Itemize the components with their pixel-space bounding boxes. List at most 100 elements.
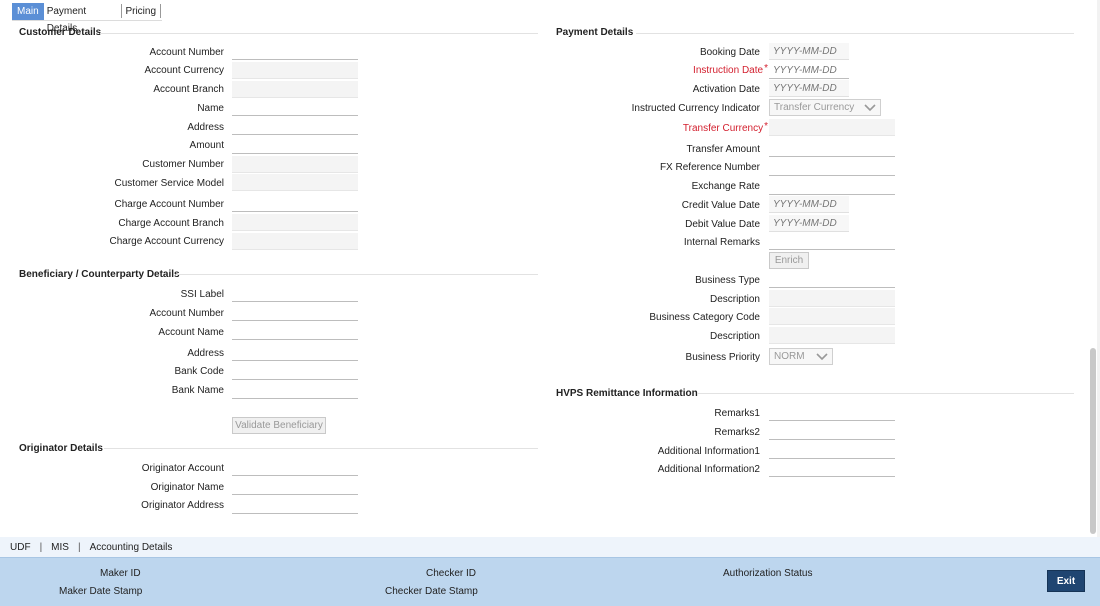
bank-code-input[interactable]	[232, 363, 358, 380]
business-priority-select[interactable]: NORM	[769, 348, 833, 365]
sub-navigation: UDF | MIS | Accounting Details	[0, 537, 1100, 557]
subnav-separator: |	[77, 541, 81, 553]
instructed-currency-indicator-select[interactable]: Transfer Currency	[769, 99, 881, 116]
business-category-code-field	[769, 308, 895, 325]
tab-main[interactable]: Main	[12, 2, 44, 20]
beneficiary-details-title: Beneficiary / Counterparty Details	[19, 269, 180, 280]
beneficiary-address-input[interactable]	[232, 344, 358, 361]
section-divider	[104, 448, 538, 449]
business-type-input[interactable]	[769, 271, 895, 288]
subnav-udf[interactable]: UDF	[10, 542, 31, 553]
transfer-currency-field	[769, 119, 895, 136]
internal-remarks-label: Internal Remarks	[683, 237, 760, 248]
originator-name-label: Originator Name	[150, 482, 224, 493]
chevron-down-icon	[816, 352, 828, 360]
account-currency-field	[232, 62, 358, 79]
bank-code-label: Bank Code	[174, 366, 224, 377]
name-label: Name	[197, 103, 224, 114]
validate-beneficiary-button[interactable]: Validate Beneficiary	[232, 417, 326, 434]
vertical-scrollbar-thumb[interactable]	[1090, 348, 1096, 534]
authorization-status-label: Authorization Status	[723, 568, 813, 579]
tab-separator	[120, 4, 122, 18]
transfer-currency-label: Transfer Currency*	[683, 121, 768, 134]
exit-button[interactable]: Exit	[1047, 570, 1085, 592]
remarks2-label: Remarks2	[714, 427, 760, 438]
additional-information1-label: Additional Information1	[657, 446, 760, 457]
account-number-input[interactable]	[232, 43, 358, 60]
required-asterisk: *	[764, 121, 768, 132]
exchange-rate-label: Exchange Rate	[691, 181, 760, 192]
originator-address-input[interactable]	[232, 497, 358, 514]
charge-account-number-input[interactable]	[232, 195, 358, 212]
exchange-rate-input[interactable]	[769, 178, 895, 195]
description-2-field	[769, 327, 895, 344]
checker-id-label: Checker ID	[426, 568, 477, 579]
fx-reference-number-label: FX Reference Number	[659, 162, 760, 173]
tab-bar: Main Payment Details Pricing	[12, 2, 162, 34]
remarks1-label: Remarks1	[714, 408, 760, 419]
tab-separator	[160, 4, 161, 18]
required-asterisk: *	[764, 63, 768, 74]
charge-account-branch-field	[232, 214, 358, 231]
address-label: Address	[187, 122, 224, 133]
subnav-mis[interactable]: MIS	[51, 542, 69, 553]
originator-account-input[interactable]	[232, 459, 358, 476]
hvps-remittance-title: HVPS Remittance Information	[556, 388, 698, 399]
business-priority-label: Business Priority	[685, 352, 760, 363]
bank-name-input[interactable]	[232, 382, 358, 399]
activation-date-label: Activation Date	[692, 84, 760, 95]
maker-date-stamp-label: Maker Date Stamp	[59, 586, 143, 597]
remarks1-input[interactable]	[769, 404, 895, 421]
audit-footer: Maker ID Maker Date Stamp Checker ID Che…	[0, 557, 1100, 606]
fx-reference-number-input[interactable]	[769, 159, 895, 176]
ssi-label-input[interactable]	[232, 285, 358, 302]
name-input[interactable]	[232, 99, 358, 116]
business-category-code-label: Business Category Code	[649, 312, 760, 323]
booking-date-label: Booking Date	[699, 47, 760, 58]
internal-remarks-input[interactable]	[769, 233, 895, 250]
section-divider	[698, 393, 1074, 394]
customer-service-model-field	[232, 174, 358, 191]
remarks2-input[interactable]	[769, 423, 895, 440]
beneficiary-account-number-label: Account Number	[149, 308, 224, 319]
customer-number-label: Customer Number	[142, 159, 224, 170]
debit-value-date-field	[769, 215, 849, 232]
additional-information2-label: Additional Information2	[657, 464, 760, 475]
instruction-date-label-text: Instruction Date	[693, 65, 764, 76]
description-1-label: Description	[709, 294, 760, 305]
originator-account-label: Originator Account	[141, 463, 224, 474]
address-input[interactable]	[232, 118, 358, 135]
enrich-button[interactable]: Enrich	[769, 252, 809, 269]
subnav-accounting-details[interactable]: Accounting Details	[90, 542, 173, 553]
activation-date-field	[769, 80, 849, 97]
beneficiary-address-label: Address	[187, 348, 224, 359]
account-branch-label: Account Branch	[153, 84, 224, 95]
maker-id-label: Maker ID	[100, 568, 141, 579]
additional-information2-input[interactable]	[769, 460, 895, 477]
business-type-label: Business Type	[695, 275, 760, 286]
instructed-currency-indicator-value: Transfer Currency	[774, 102, 855, 113]
description-2-label: Description	[709, 331, 760, 342]
credit-value-date-field	[769, 196, 849, 213]
customer-service-model-label: Customer Service Model	[114, 178, 224, 189]
payment-details-title: Payment Details	[556, 27, 634, 38]
originator-address-label: Originator Address	[141, 500, 224, 511]
description-1-field	[769, 290, 895, 307]
amount-input[interactable]	[232, 137, 358, 154]
charge-account-number-label: Charge Account Number	[114, 199, 224, 210]
customer-details-title: Customer Details	[19, 27, 102, 38]
originator-name-input[interactable]	[232, 478, 358, 495]
charge-account-branch-label: Charge Account Branch	[118, 218, 224, 229]
transfer-amount-input[interactable]	[769, 140, 895, 157]
tab-payment-details[interactable]: Payment Details	[44, 3, 120, 34]
beneficiary-account-number-input[interactable]	[232, 304, 358, 321]
charge-account-currency-field	[232, 233, 358, 250]
tab-pricing[interactable]: Pricing	[122, 3, 159, 20]
additional-information1-input[interactable]	[769, 442, 895, 459]
charge-account-currency-label: Charge Account Currency	[109, 236, 224, 247]
instruction-date-input[interactable]	[769, 62, 849, 79]
booking-date-field	[769, 43, 849, 60]
instructed-currency-indicator-label: Instructed Currency Indicator	[631, 103, 760, 114]
beneficiary-account-name-input[interactable]	[232, 323, 358, 340]
beneficiary-account-name-label: Account Name	[158, 327, 224, 338]
